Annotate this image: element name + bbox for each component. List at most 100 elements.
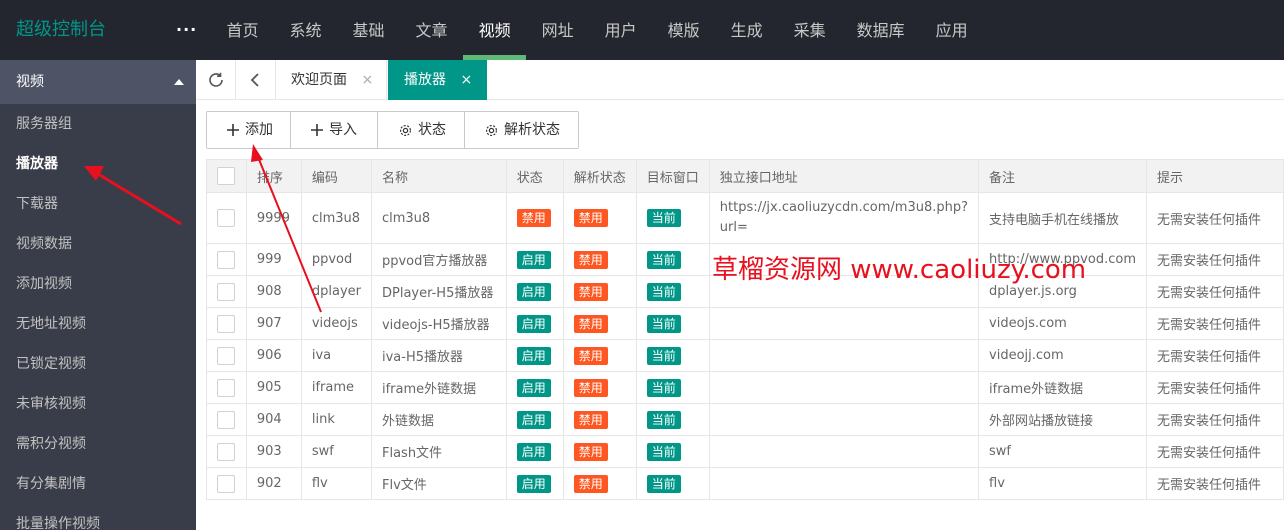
tab-welcome-close-icon[interactable]: ×: [361, 60, 373, 100]
row-checkbox[interactable]: [217, 474, 235, 493]
caret-up-icon: [174, 79, 184, 85]
refresh-icon: [208, 72, 223, 87]
status-badge[interactable]: 启用: [516, 250, 551, 269]
cell-status: 启用: [505, 243, 564, 276]
brand-title[interactable]: 超级控制台: [16, 0, 106, 60]
target-badge[interactable]: 当前: [646, 410, 681, 429]
cell-sort[interactable]: 906: [245, 339, 302, 372]
row-checkbox[interactable]: [217, 282, 235, 301]
top-nav-item[interactable]: 生成: [715, 0, 778, 60]
top-nav-item[interactable]: 数据库: [841, 0, 920, 60]
cell-url: [708, 435, 980, 468]
sidebar-item[interactable]: 服务器组: [0, 104, 196, 144]
sidebar-item[interactable]: 已锁定视频: [0, 344, 196, 384]
cell-parse-status: 禁用: [562, 339, 637, 372]
sidebar-item[interactable]: 视频数据: [0, 224, 196, 264]
parse-status-badge[interactable]: 禁用: [573, 378, 608, 397]
sidebar-item[interactable]: 未审核视频: [0, 384, 196, 424]
parse-status-badge[interactable]: 禁用: [573, 282, 608, 301]
header-sort[interactable]: 排序: [245, 159, 302, 193]
parse-status-badge[interactable]: 禁用: [573, 474, 608, 493]
target-badge[interactable]: 当前: [646, 442, 681, 461]
cell-sort[interactable]: 902: [245, 467, 302, 500]
parse-status-badge[interactable]: 禁用: [573, 209, 608, 227]
top-nav-item[interactable]: 应用: [920, 0, 983, 60]
parse-status-badge[interactable]: 禁用: [573, 250, 608, 269]
tab-player[interactable]: 播放器 ×: [388, 60, 487, 100]
target-badge[interactable]: 当前: [646, 314, 681, 333]
top-nav-item[interactable]: 首页: [211, 0, 274, 60]
parse-status-badge[interactable]: 禁用: [573, 442, 608, 461]
header-target: 目标窗口: [635, 159, 710, 193]
parse-status-button-label: 解析状态: [504, 122, 560, 138]
target-badge[interactable]: 当前: [646, 474, 681, 493]
sidebar-section-video[interactable]: 视频: [0, 60, 196, 104]
top-nav-item[interactable]: 用户: [589, 0, 652, 60]
cell-status: 启用: [505, 467, 564, 500]
sidebar-item[interactable]: 播放器: [0, 144, 196, 184]
target-badge[interactable]: 当前: [646, 250, 681, 269]
row-checkbox[interactable]: [217, 250, 235, 269]
sidebar-item[interactable]: 有分集剧情: [0, 464, 196, 504]
top-nav-item[interactable]: 网址: [526, 0, 589, 60]
status-badge[interactable]: 禁用: [516, 209, 551, 227]
status-badge[interactable]: 启用: [516, 378, 551, 397]
cell-parse-status: 禁用: [562, 275, 637, 308]
top-nav-item[interactable]: 视频: [463, 0, 527, 60]
cell-sort[interactable]: 905: [245, 371, 302, 404]
cell-parse-status: 禁用: [562, 467, 637, 500]
tab-player-close-icon[interactable]: ×: [460, 60, 472, 100]
cell-note: flv: [978, 467, 1147, 500]
plus-icon: [311, 124, 323, 136]
status-badge[interactable]: 启用: [516, 442, 551, 461]
tab-welcome[interactable]: 欢迎页面 ×: [277, 60, 387, 100]
cell-sort[interactable]: 903: [245, 435, 302, 468]
status-badge[interactable]: 启用: [516, 410, 551, 429]
sidebar-item[interactable]: 批量操作视频: [0, 504, 196, 530]
cell-status: 启用: [505, 339, 564, 372]
top-nav-item[interactable]: 基础: [337, 0, 400, 60]
cell-sort[interactable]: 9999: [245, 192, 302, 244]
top-nav-item[interactable]: 文章: [400, 0, 463, 60]
status-badge[interactable]: 启用: [516, 314, 551, 333]
target-badge[interactable]: 当前: [646, 209, 681, 227]
parse-status-badge[interactable]: 禁用: [573, 346, 608, 365]
row-select-cell: [206, 275, 247, 308]
top-nav-item[interactable]: 采集: [778, 0, 841, 60]
row-checkbox[interactable]: [217, 410, 235, 429]
sidebar-item[interactable]: 无地址视频: [0, 304, 196, 344]
row-checkbox[interactable]: [217, 346, 235, 365]
row-checkbox[interactable]: [217, 209, 235, 227]
row-checkbox[interactable]: [217, 442, 235, 461]
cell-sort[interactable]: 907: [245, 307, 302, 340]
top-nav-item[interactable]: 系统: [274, 0, 337, 60]
parse-status-badge[interactable]: 禁用: [573, 410, 608, 429]
row-checkbox[interactable]: [217, 378, 235, 397]
target-badge[interactable]: 当前: [646, 346, 681, 365]
import-button[interactable]: 导入: [291, 112, 378, 148]
sidebar-item[interactable]: 需积分视频: [0, 424, 196, 464]
tab-back-button[interactable]: [236, 60, 276, 100]
status-badge[interactable]: 启用: [516, 474, 551, 493]
status-badge[interactable]: 启用: [516, 346, 551, 365]
parse-status-button[interactable]: 解析状态: [465, 112, 578, 148]
cell-sort[interactable]: 999: [245, 243, 302, 276]
status-button[interactable]: 状态: [378, 112, 465, 148]
sidebar-item[interactable]: 添加视频: [0, 264, 196, 304]
cell-sort[interactable]: 904: [245, 403, 302, 436]
row-select-cell: [206, 339, 247, 372]
top-nav-item[interactable]: 模版: [652, 0, 715, 60]
refresh-button[interactable]: [196, 60, 236, 100]
row-checkbox[interactable]: [217, 314, 235, 333]
target-badge[interactable]: 当前: [646, 282, 681, 301]
cell-sort[interactable]: 908: [245, 275, 302, 308]
table-row: 904 link 外链数据 启用 禁用 当前 外部网站播放链接 无需安装任何插件: [206, 403, 1284, 436]
cell-tip: 无需安装任何插件: [1145, 403, 1284, 436]
target-badge[interactable]: 当前: [646, 378, 681, 397]
status-badge[interactable]: 启用: [516, 282, 551, 301]
more-menu-button[interactable]: ···: [176, 0, 197, 60]
select-all-checkbox[interactable]: [217, 167, 235, 185]
sidebar-item[interactable]: 下载器: [0, 184, 196, 224]
parse-status-badge[interactable]: 禁用: [573, 314, 608, 333]
add-button[interactable]: 添加: [207, 112, 291, 148]
